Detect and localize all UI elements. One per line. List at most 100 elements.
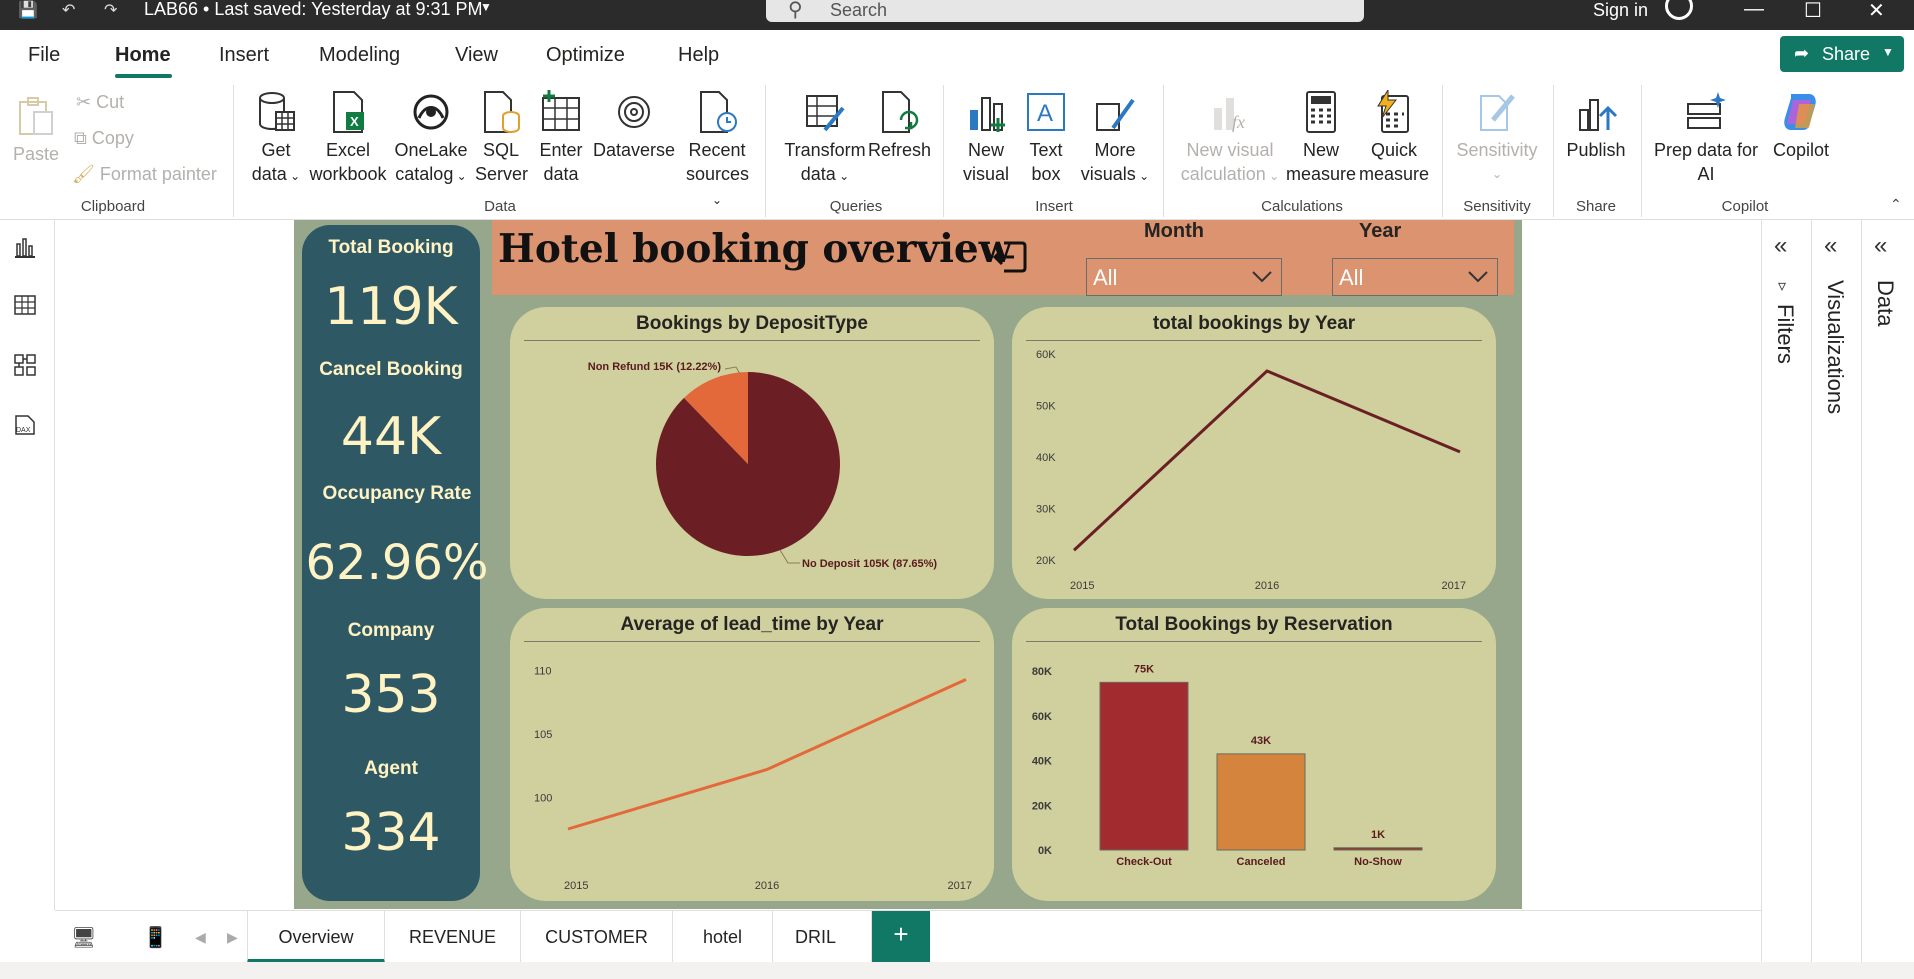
x-tick-label: Check-Out	[1116, 856, 1172, 868]
get-data-button[interactable]: Get data ⌄	[245, 90, 307, 188]
quick-measure-button[interactable]: Quick measure	[1358, 90, 1430, 186]
dax-query-view-icon[interactable]: DAX	[12, 412, 38, 438]
sign-in-link[interactable]: Sign in	[1593, 0, 1648, 21]
excel-workbook-button[interactable]: X Excel workbook	[308, 90, 388, 186]
menu-view[interactable]: View	[455, 44, 498, 67]
mobile-layout-icon[interactable]: 📱	[143, 925, 168, 950]
copy-button[interactable]: ⧉ Copy	[74, 128, 134, 149]
menu-home[interactable]: Home	[115, 44, 171, 67]
onelake-catalog-button[interactable]: OneLake catalog ⌄	[392, 90, 470, 188]
scroll-right-icon[interactable]: ▶	[227, 929, 238, 946]
text-box-button[interactable]: A Text box	[1020, 90, 1072, 186]
model-view-icon[interactable]	[12, 352, 38, 378]
tab-revenue[interactable]: REVENUE	[385, 911, 521, 963]
recent-sources-button[interactable]: Recent sources ⌄	[686, 90, 749, 212]
menu-help[interactable]: Help	[678, 44, 719, 67]
prep-data-for-ai-button[interactable]: Prep data for AI	[1650, 90, 1762, 186]
tab-dril[interactable]: DRIL	[773, 911, 872, 963]
line-chart-lead-time[interactable]: 100 105 110 2015 2016 2017	[510, 608, 994, 901]
transform-data-button[interactable]: Transform data ⌄	[782, 90, 868, 188]
kpi-value-total-booking: 119K	[324, 277, 458, 337]
transform-line2-text: data	[800, 164, 836, 184]
more-visuals-button[interactable]: More visuals ⌄	[1080, 90, 1150, 188]
menu-modeling[interactable]: Modeling	[319, 44, 400, 67]
slicer-month-dropdown[interactable]: All	[1086, 258, 1282, 296]
transform-line1: Transform	[784, 140, 866, 160]
table-view-icon[interactable]	[12, 292, 38, 318]
calculator-icon	[1306, 91, 1336, 133]
menu-insert[interactable]: Insert	[219, 44, 269, 67]
more-visuals-line2-text: visuals	[1080, 164, 1136, 184]
close-icon[interactable]: ✕	[1868, 0, 1885, 23]
new-visual-button[interactable]: New visual	[958, 90, 1014, 186]
paste-icon	[19, 97, 53, 135]
kpi-value-cancel-booking: 44K	[340, 407, 442, 467]
dataverse-button[interactable]: Dataverse	[592, 90, 676, 162]
data-pane-collapsed[interactable]: « Data	[1861, 220, 1911, 962]
maximize-icon[interactable]: ☐	[1804, 0, 1822, 23]
avatar-icon[interactable]	[1665, 0, 1693, 20]
expand-chevron-icon[interactable]: «	[1874, 232, 1887, 260]
search-input[interactable]: ⚲ Search	[766, 0, 1364, 22]
new-visual-line1: New	[967, 140, 1004, 160]
y-tick-label: 40K	[1032, 756, 1052, 768]
bar-chart-reservation[interactable]: 0K 20K 40K 60K 80K 75K Check-Out 43K Canceled 1K N…	[1012, 608, 1496, 901]
paste-button[interactable]: Paste	[10, 94, 62, 166]
x-tick-label: Canceled	[1237, 856, 1286, 868]
publish-button[interactable]: Publish	[1563, 90, 1629, 162]
svg-text:DAX: DAX	[16, 427, 31, 434]
refresh-button[interactable]: Refresh	[868, 90, 932, 162]
slicer-year-dropdown[interactable]: All	[1332, 258, 1498, 296]
save-icon[interactable]: 💾	[18, 0, 38, 20]
refresh-line1: Refresh	[868, 140, 932, 160]
y-tick-label: 50K	[1036, 401, 1056, 413]
new-visual-calc-line1: New visual	[1186, 140, 1274, 160]
enter-data-button[interactable]: Enter data	[535, 90, 587, 186]
x-tick-label: 2017	[948, 880, 972, 892]
chevron-down-icon[interactable]: ▼	[480, 0, 492, 14]
publish-label: Publish	[1566, 140, 1626, 160]
series-line	[567, 678, 967, 831]
visualizations-pane-collapsed[interactable]: « Visualizations	[1811, 220, 1861, 962]
scroll-left-icon[interactable]: ◀	[195, 929, 206, 946]
chevron-down-icon: ⌄	[1265, 169, 1280, 183]
desktop-layout-icon[interactable]: 🖥	[71, 925, 96, 950]
redo-icon[interactable]: ↷	[104, 0, 117, 20]
slicer-year-title: Year	[1359, 220, 1402, 242]
undo-icon[interactable]: ↶	[62, 0, 75, 20]
dataverse-line1: Dataverse	[592, 140, 676, 160]
menu-optimize[interactable]: Optimize	[546, 44, 625, 67]
file-title[interactable]: LAB66 • Last saved: Yesterday at 9:31 PM	[144, 0, 483, 18]
cut-button[interactable]: ✂ Cut	[76, 92, 124, 113]
new-measure-button[interactable]: New measure	[1286, 90, 1356, 186]
expand-chevron-icon[interactable]: «	[1824, 232, 1837, 260]
onelake-icon	[413, 94, 449, 130]
filters-pane-collapsed[interactable]: « ▿ Filters	[1761, 220, 1811, 962]
expand-chevron-icon[interactable]: «	[1774, 232, 1787, 260]
collapse-ribbon-icon[interactable]: ⌃	[1890, 196, 1902, 213]
sql-server-button[interactable]: SQL Server	[475, 90, 528, 186]
add-page-button[interactable]: +	[872, 911, 930, 963]
tab-customer[interactable]: CUSTOMER	[521, 911, 673, 963]
line-chart-bookings[interactable]: 20K 30K 40K 50K 60K 2015 2016 2017	[1012, 307, 1496, 599]
tab-hotel[interactable]: hotel	[673, 911, 773, 963]
exit-icon[interactable]	[990, 237, 1030, 277]
y-tick-label: 40K	[1036, 452, 1056, 464]
minimize-icon[interactable]: —	[1744, 0, 1764, 21]
format-painter-label: Format painter	[99, 164, 217, 184]
share-button[interactable]: ➦ Share ▼	[1780, 36, 1904, 72]
divider	[1553, 85, 1554, 217]
copilot-button[interactable]: Copilot	[1762, 90, 1840, 162]
kpi-value-agent: 334	[341, 803, 441, 863]
report-view-icon[interactable]	[12, 234, 38, 260]
excel-line2: workbook	[309, 164, 387, 184]
format-painter-button[interactable]: 🖌 Format painter	[72, 164, 217, 185]
new-visual-calculation-button[interactable]: fx New visual calculation ⌄	[1174, 90, 1286, 188]
pie-chart[interactable]: Non Refund 15K (12.22%) No Deposit 105K (…	[510, 307, 994, 599]
group-clipboard: Clipboard	[80, 198, 146, 215]
tab-overview[interactable]: Overview	[247, 911, 385, 963]
menu-file[interactable]: File	[28, 44, 60, 67]
x-tick-label: 2017	[1442, 580, 1466, 592]
sensitivity-button[interactable]: Sensitivity ⌄	[1454, 90, 1540, 186]
text-box-line1: Text	[1029, 140, 1063, 160]
